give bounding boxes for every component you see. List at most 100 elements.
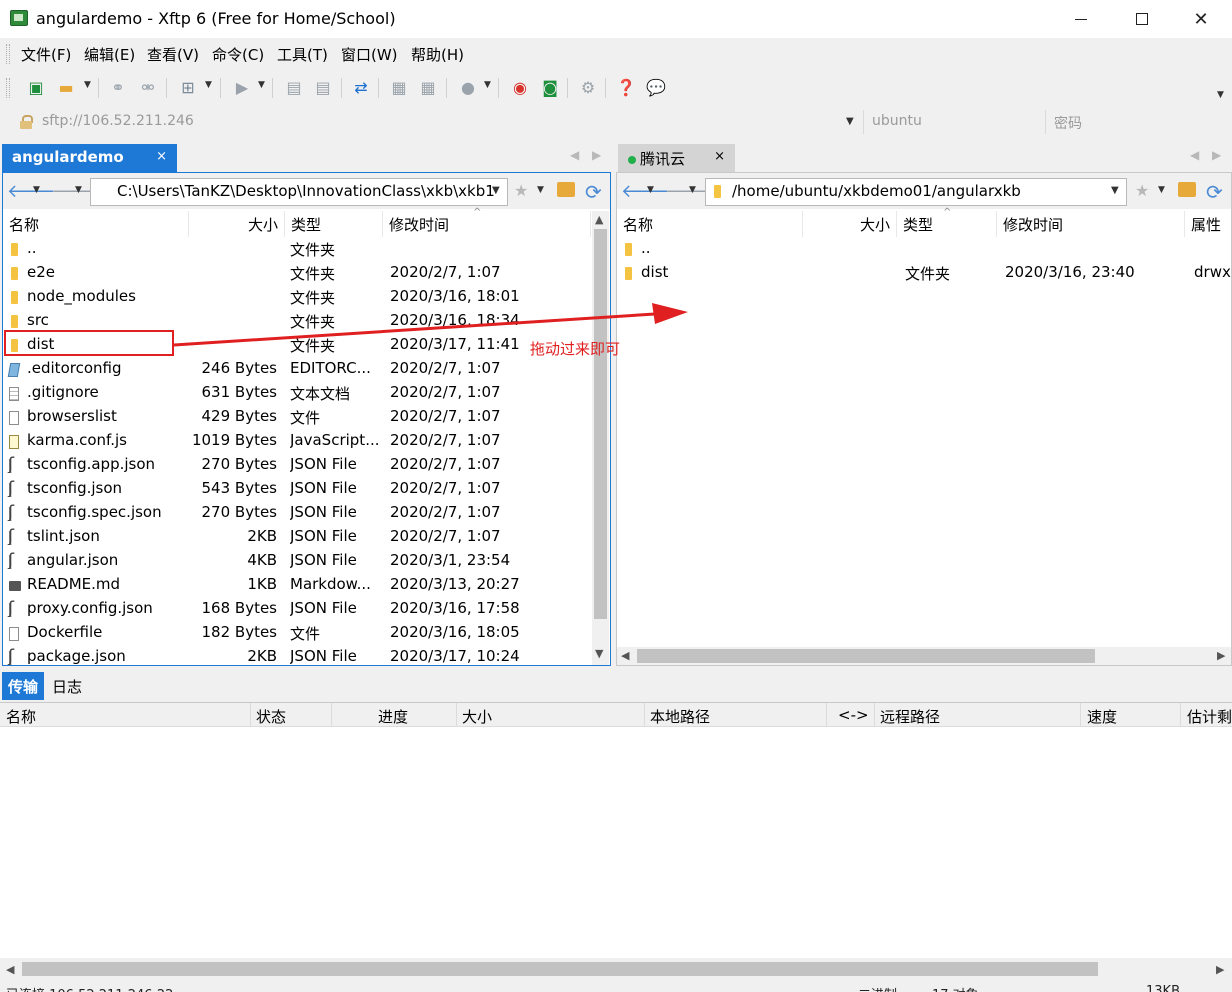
back-dropdown-icon[interactable]: ▼ bbox=[33, 185, 40, 195]
menu-view[interactable]: 查看(V) bbox=[147, 44, 199, 65]
copy-icon[interactable]: ▤ bbox=[282, 76, 306, 98]
play-dropdown-icon[interactable]: ▼ bbox=[258, 80, 265, 90]
menu-edit[interactable]: 编辑(E) bbox=[84, 44, 135, 65]
file-row[interactable]: package.json 2KB JSON File 2020/3/17, 10:24 bbox=[3, 645, 591, 665]
file-row[interactable]: tsconfig.app.json 270 Bytes JSON File 2020/… bbox=[3, 453, 591, 477]
xshell-icon[interactable]: ◉ bbox=[508, 76, 532, 98]
file-row[interactable]: tsconfig.spec.json 270 Bytes JSON File 2020… bbox=[3, 501, 591, 525]
scroll-thumb[interactable] bbox=[637, 649, 1095, 663]
menu-help[interactable]: 帮助(H) bbox=[411, 44, 464, 65]
connect-icon[interactable]: ⚭ bbox=[106, 76, 130, 98]
forward-dropdown-icon[interactable]: ▼ bbox=[75, 185, 82, 195]
scroll-left-icon[interactable]: ◀ bbox=[6, 963, 14, 976]
favorite-dropdown-icon[interactable]: ▼ bbox=[1158, 185, 1165, 195]
transfer-icon[interactable]: ⇄ bbox=[349, 76, 373, 98]
transfer-column-progress[interactable]: 进度 bbox=[378, 706, 408, 727]
menu-tools[interactable]: 工具(T) bbox=[277, 44, 328, 65]
scroll-down-icon[interactable]: ▼ bbox=[595, 647, 603, 660]
transfer-column-size[interactable]: 大小 bbox=[462, 706, 492, 727]
toolbar-overflow-icon[interactable]: ▼ bbox=[1217, 90, 1224, 100]
file-row[interactable]: e2e 文件夹 2020/2/7, 1:07 bbox=[3, 261, 591, 285]
file-row[interactable]: .. 文件夹 bbox=[3, 237, 591, 261]
file-row[interactable]: angular.json 4KB JSON File 2020/3/1, 23:54 bbox=[3, 549, 591, 573]
minimize-button[interactable] bbox=[1050, 0, 1112, 38]
transfer-horizontal-scrollbar[interactable]: ◀ ▶ bbox=[0, 960, 1232, 978]
local-path-input[interactable]: C:\Users\TanKZ\Desktop\InnovationClass\x… bbox=[90, 178, 508, 206]
favorite-dropdown-icon[interactable]: ▼ bbox=[537, 185, 544, 195]
new-tab-dropdown-icon[interactable]: ▼ bbox=[205, 80, 212, 90]
column-name[interactable]: 名称 bbox=[3, 211, 189, 237]
file-row[interactable]: tsconfig.json 543 Bytes JSON File 2020/2/7,… bbox=[3, 477, 591, 501]
file-row[interactable]: karma.conf.js 1019 Bytes JavaScript... 2020… bbox=[3, 429, 591, 453]
path-dropdown-icon[interactable]: ▼ bbox=[1111, 185, 1119, 196]
back-icon[interactable]: 🡐 bbox=[621, 181, 669, 202]
parent-folder-icon[interactable] bbox=[557, 182, 575, 197]
local-icon[interactable]: ▦ bbox=[387, 76, 411, 98]
host-dropdown-icon[interactable]: ▼ bbox=[846, 116, 854, 127]
column-name[interactable]: 名称 bbox=[617, 211, 803, 237]
local-vertical-scrollbar[interactable]: ▲ ▼ bbox=[592, 211, 609, 665]
tab-prev-icon[interactable]: ◀ bbox=[570, 148, 579, 162]
file-row[interactable]: browserslist 429 Bytes 文件 2020/2/7, 1:07 bbox=[3, 405, 591, 429]
status-dropdown-icon[interactable]: ▼ bbox=[484, 80, 491, 90]
file-row[interactable]: .gitignore 631 Bytes 文本文档 2020/2/7, 1:07 bbox=[3, 381, 591, 405]
transfer-column-remote-path[interactable]: 远程路径 bbox=[880, 706, 940, 727]
transfer-column-direction[interactable]: <-> bbox=[838, 706, 869, 724]
file-row[interactable]: Dockerfile 182 Bytes 文件 2020/3/16, 18:05 bbox=[3, 621, 591, 645]
status-icon[interactable]: ● bbox=[456, 76, 480, 98]
open-folder-dropdown-icon[interactable]: ▼ bbox=[84, 80, 91, 90]
column-modified[interactable]: 修改时间 bbox=[383, 211, 591, 237]
remote-horizontal-scrollbar[interactable]: ◀ ▶ bbox=[617, 647, 1231, 665]
scroll-left-icon[interactable]: ◀ bbox=[621, 649, 629, 662]
tab-log[interactable]: 日志 bbox=[46, 672, 88, 700]
maximize-button[interactable] bbox=[1111, 0, 1173, 38]
password-input[interactable]: 密码 bbox=[1048, 110, 1232, 134]
forward-dropdown-icon[interactable]: ▼ bbox=[689, 185, 696, 195]
column-size[interactable]: 大小 bbox=[803, 211, 897, 237]
username-input[interactable]: ubuntu bbox=[866, 110, 1046, 134]
tab-next-icon[interactable]: ▶ bbox=[1212, 148, 1221, 162]
file-row[interactable]: .. bbox=[617, 237, 1231, 261]
open-folder-icon[interactable]: ▬ bbox=[54, 76, 78, 98]
help-icon[interactable]: ❓ bbox=[614, 76, 638, 98]
paste-icon[interactable]: ▤ bbox=[311, 76, 335, 98]
back-icon[interactable]: 🡐 bbox=[7, 181, 55, 202]
close-button[interactable]: ✕ bbox=[1170, 0, 1232, 38]
scroll-thumb[interactable] bbox=[594, 229, 607, 619]
tab-next-icon[interactable]: ▶ bbox=[592, 148, 601, 162]
tab-local-angulardemo[interactable]: angulardemo × bbox=[2, 144, 177, 172]
message-icon[interactable]: 💬 bbox=[644, 76, 668, 98]
parent-folder-icon[interactable] bbox=[1178, 182, 1196, 197]
file-row[interactable]: .editorconfig 246 Bytes EDITORC... 2020/2/7… bbox=[3, 357, 591, 381]
column-attributes[interactable]: 属性 bbox=[1185, 211, 1231, 237]
file-row[interactable]: proxy.config.json 168 Bytes JSON File 2020/… bbox=[3, 597, 591, 621]
transfer-column-speed[interactable]: 速度 bbox=[1087, 706, 1117, 727]
column-size[interactable]: 大小 bbox=[189, 211, 285, 237]
transfer-column-local-path[interactable]: 本地路径 bbox=[650, 706, 710, 727]
favorite-icon[interactable]: ★ bbox=[1135, 181, 1149, 200]
menu-file[interactable]: 文件(F) bbox=[21, 44, 71, 65]
transfer-column-name[interactable]: 名称 bbox=[6, 706, 36, 727]
menu-command[interactable]: 命令(C) bbox=[212, 44, 264, 65]
file-row[interactable]: node_modules 文件夹 2020/3/16, 18:01 bbox=[3, 285, 591, 309]
scroll-right-icon[interactable]: ▶ bbox=[1217, 649, 1225, 662]
column-modified[interactable]: 修改时间 bbox=[997, 211, 1185, 237]
file-row[interactable]: dist 文件夹 2020/3/16, 23:40 drwxr bbox=[617, 261, 1231, 285]
tab-transfer[interactable]: 传输 bbox=[2, 672, 45, 700]
disconnect-icon[interactable]: ⚮ bbox=[136, 76, 160, 98]
xftp-icon[interactable]: ◙ bbox=[538, 76, 562, 98]
transfer-column-eta[interactable]: 估计剩 bbox=[1187, 706, 1232, 727]
back-dropdown-icon[interactable]: ▼ bbox=[647, 185, 654, 195]
remote-icon[interactable]: ▦ bbox=[416, 76, 440, 98]
host-address-input[interactable]: sftp://106.52.211.246 bbox=[36, 110, 864, 134]
scroll-thumb[interactable] bbox=[22, 962, 1098, 976]
transfer-column-status[interactable]: 状态 bbox=[256, 706, 286, 727]
new-tab-icon[interactable]: ⊞ bbox=[176, 76, 200, 98]
scroll-right-icon[interactable]: ▶ bbox=[1216, 963, 1224, 976]
gear-icon[interactable]: ⚙ bbox=[576, 76, 600, 98]
column-type[interactable]: 类型 bbox=[285, 211, 383, 237]
refresh-icon[interactable]: ⟳ bbox=[1206, 180, 1223, 204]
tab-prev-icon[interactable]: ◀ bbox=[1190, 148, 1199, 162]
tab-close-icon[interactable]: × bbox=[156, 149, 167, 164]
new-session-icon[interactable]: ▣ bbox=[24, 76, 48, 98]
